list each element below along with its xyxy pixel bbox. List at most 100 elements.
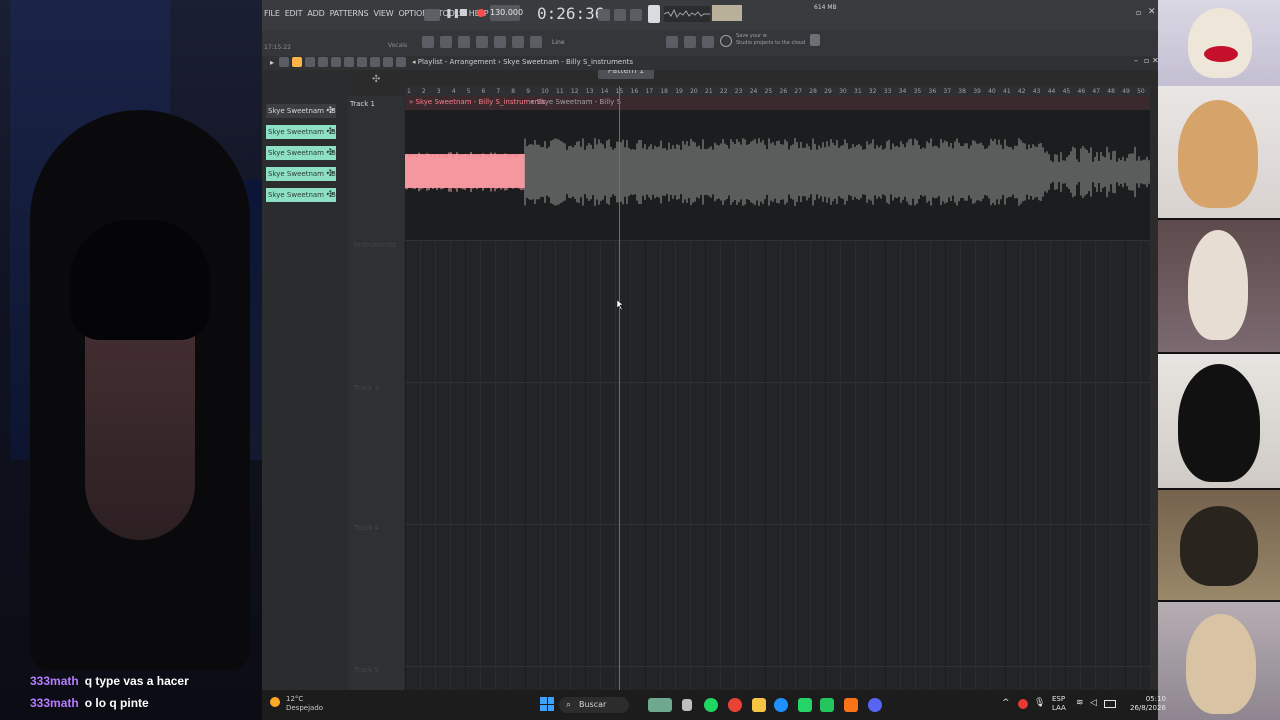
weather-icon[interactable] [270, 697, 280, 707]
delete-tool-icon[interactable] [318, 57, 328, 67]
ruler-tick-label: 36 [928, 88, 937, 95]
menu-edit[interactable]: EDIT [285, 9, 303, 18]
clock-time: 05:10 [1145, 695, 1166, 703]
track-divider [405, 524, 1150, 525]
record-button-icon[interactable] [477, 9, 485, 17]
menu-view[interactable]: VIEW [373, 9, 393, 18]
store-icon[interactable] [820, 698, 834, 712]
add-icon[interactable]: ✣ [326, 188, 334, 202]
discord-icon[interactable] [868, 698, 882, 712]
track-label[interactable]: Track 1 [350, 100, 375, 108]
piano-roll-icon[interactable] [476, 36, 488, 48]
play-button-icon[interactable]: ❚❚ [445, 9, 460, 19]
track-label[interactable]: Track 3 [354, 384, 379, 392]
playlist-title-text: Playlist - Arrangement [417, 58, 496, 66]
dog-image [1158, 490, 1280, 600]
menu-arrow-icon[interactable]: ▸ [270, 58, 274, 67]
chrome-icon[interactable] [728, 698, 742, 712]
slice-tool-icon[interactable] [357, 57, 367, 67]
select-tool-icon[interactable] [370, 57, 380, 67]
widgets-icon[interactable] [648, 698, 672, 712]
file-icon[interactable] [682, 699, 692, 711]
taskbar-search[interactable]: ⌕ Buscar [559, 697, 629, 713]
playhead[interactable] [619, 86, 620, 690]
zoom-tool-icon[interactable] [383, 57, 393, 67]
scroll-icon[interactable]: ✣ [372, 74, 384, 85]
playlist-minimize-icon[interactable]: – [1134, 56, 1138, 65]
mixer-icon[interactable] [494, 36, 506, 48]
wifi-icon[interactable]: ≋ [1076, 698, 1084, 708]
snap-icon[interactable] [422, 36, 434, 48]
spotify-icon[interactable] [704, 698, 718, 712]
weather-widget[interactable]: 12°C Despejado [286, 695, 323, 713]
ctrl-icon[interactable] [684, 36, 696, 48]
track-label[interactable]: Track 5 [354, 666, 379, 674]
track-panel-item[interactable]: Skye Sweetnam - Bil...✣ [266, 188, 336, 202]
edge-icon[interactable] [774, 698, 788, 712]
menu-file[interactable]: FILE [264, 9, 280, 18]
track-label[interactable]: Instruments [354, 241, 396, 249]
dog-head [1188, 230, 1248, 340]
ruler-tick-label: 41 [1003, 88, 1011, 95]
track-divider [405, 666, 1150, 667]
wait-input-icon[interactable] [630, 9, 642, 21]
whatsapp-icon[interactable] [798, 698, 812, 712]
menu-patterns[interactable]: PATTERNS [330, 9, 369, 18]
cloud-icon[interactable] [720, 35, 732, 47]
tray-chevron-icon[interactable]: ^ [1002, 698, 1010, 708]
file-explorer-icon[interactable] [752, 698, 766, 712]
stop-button-icon[interactable] [460, 9, 467, 16]
mute-tool-icon[interactable] [331, 57, 341, 67]
window-restore-icon[interactable]: ▫ [1136, 8, 1141, 17]
pointer-tool-icon[interactable] [279, 57, 289, 67]
pattern-song-toggle[interactable] [424, 9, 440, 21]
playlist-icon[interactable] [458, 36, 470, 48]
line-label[interactable]: Line [552, 39, 565, 46]
master-volume-slider[interactable] [648, 5, 660, 23]
audio-clip[interactable] [405, 110, 1150, 240]
track-panel-item[interactable]: Skye Sweetnam - Bil...✣ [266, 146, 336, 160]
shift-icon[interactable] [666, 36, 678, 48]
clock-date: 26/8/2026 [1130, 704, 1166, 712]
add-icon[interactable]: ✣ [326, 125, 334, 139]
fl-studio-icon[interactable] [844, 698, 858, 712]
alt-icon[interactable] [702, 36, 714, 48]
ruler-tick-label: 1 [407, 88, 411, 95]
step-edit-icon[interactable] [614, 9, 626, 21]
channel-rack-icon[interactable] [512, 36, 524, 48]
metronome-icon[interactable] [598, 9, 610, 21]
track-divider [405, 382, 1150, 383]
add-icon[interactable]: ✣ [326, 104, 334, 118]
browser-icon[interactable] [440, 36, 452, 48]
windows-start-icon[interactable] [540, 697, 554, 711]
audio-clip-header[interactable]: » Skye Sweetnam - Billy S_instruments » … [405, 96, 1150, 110]
playback-tool-icon[interactable] [396, 57, 406, 67]
track-panel-item[interactable]: Skye Sweetnam - Bil...✣ [266, 125, 336, 139]
playlist-grid[interactable]: » Skye Sweetnam - Billy S_instruments » … [405, 96, 1150, 690]
draw-tool-icon[interactable] [292, 57, 302, 67]
slip-tool-icon[interactable] [344, 57, 354, 67]
add-icon[interactable]: ✣ [326, 167, 334, 181]
track-panel-item[interactable]: Skye Sweetnam - Bil...✣ [266, 104, 336, 118]
microphone-icon[interactable]: 🎙 [1034, 698, 1045, 708]
track-labels: Track 1 Instruments Track 3 Track 4 Trac… [348, 96, 404, 690]
volume-icon[interactable]: ◁ [1090, 698, 1097, 708]
dog-image [1158, 220, 1280, 352]
menu-add[interactable]: ADD [307, 9, 324, 18]
playlist-restore-icon[interactable]: ▫ [1144, 56, 1149, 65]
paint-tool-icon[interactable] [305, 57, 315, 67]
save-tip-line2: Studio projects to the cloud [736, 40, 806, 46]
tempo-display[interactable]: 130.000 [490, 5, 523, 21]
window-close-icon[interactable]: ✕ [1148, 7, 1156, 17]
plugin-icon[interactable] [530, 36, 542, 48]
search-placeholder: Buscar [579, 700, 607, 709]
taskbar-clock[interactable]: 05:10 26/8/2026 [1130, 695, 1166, 713]
track-label[interactable]: Track 4 [354, 524, 379, 532]
battery-icon[interactable] [1104, 700, 1116, 708]
tray-app-icon[interactable] [1018, 699, 1028, 709]
language-indicator[interactable]: ESP LAA [1052, 695, 1066, 713]
ruler-tick-label: 30 [839, 88, 847, 95]
clip-title-text: Skye Sweetnam - Billy S [536, 98, 621, 106]
add-icon[interactable]: ✣ [326, 146, 334, 160]
track-panel-item[interactable]: Skye Sweetnam - Bil...✣ [266, 167, 336, 181]
